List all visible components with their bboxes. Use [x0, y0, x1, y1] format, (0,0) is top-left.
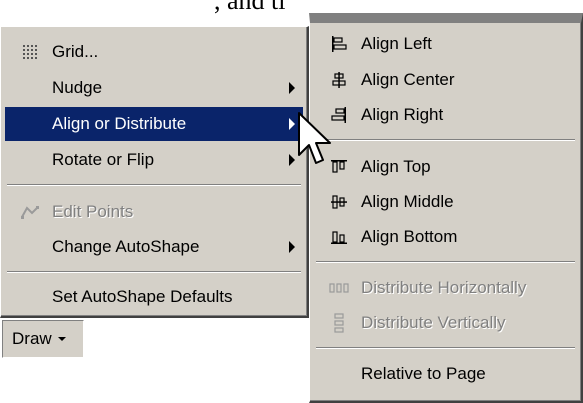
menu-item-relative-to-page[interactable]: Relative to Page: [314, 357, 577, 391]
menu-item-label: Rotate or Flip: [52, 150, 155, 169]
menu-item-label: Change AutoShape: [52, 237, 200, 256]
menu-item-label: Align Top: [361, 157, 431, 176]
submenu-arrow-icon: [289, 241, 295, 253]
dropdown-arrow-icon: [57, 337, 66, 341]
menu-item-label: Align Right: [361, 105, 444, 124]
menu-item-label: Align Center: [361, 70, 455, 89]
menu-item-align-or-distribute[interactable]: Align or Distribute: [5, 107, 303, 141]
menu-item-label: Align or Distribute: [52, 114, 187, 133]
draw-button-label: Draw: [12, 329, 52, 348]
menu-separator: [7, 271, 301, 273]
menu-item-label: Relative to Page: [361, 364, 486, 383]
align-distribute-submenu: Align Left Align Center Align Right Alig…: [309, 13, 583, 403]
document-text-fragment: , and tl: [214, 0, 286, 15]
menu-item-label: Align Bottom: [361, 227, 458, 246]
menu-separator: [316, 347, 575, 349]
draw-menu: Grid... Nudge Align or Distribute Rotate…: [0, 26, 309, 318]
menu-item-label: Align Middle: [361, 192, 454, 211]
menu-item-align-center[interactable]: Align Center: [314, 63, 577, 97]
menu-item-label: Edit Points: [52, 202, 134, 221]
menu-separator: [316, 261, 575, 263]
menu-item-align-top[interactable]: Align Top: [314, 150, 577, 184]
menu-item-align-right[interactable]: Align Right: [314, 98, 577, 132]
distribute-vertically-icon: [324, 312, 354, 334]
menu-separator: [7, 184, 301, 186]
menu-item-rotate-or-flip[interactable]: Rotate or Flip: [5, 143, 303, 177]
align-left-icon: [324, 33, 354, 55]
mouse-pointer-icon: [298, 112, 331, 164]
menu-item-label: Grid...: [52, 42, 99, 61]
align-center-icon: [324, 69, 354, 91]
submenu-arrow-icon: [289, 154, 295, 166]
menu-item-label: Align Left: [361, 34, 432, 53]
align-bottom-icon: [324, 226, 354, 248]
menu-item-align-left[interactable]: Align Left: [314, 27, 577, 61]
submenu-arrow-icon: [289, 82, 295, 94]
grid-icon: [15, 41, 45, 63]
menu-item-distribute-vertically[interactable]: Distribute Vertically: [314, 306, 577, 340]
menu-item-label: Nudge: [52, 78, 103, 97]
align-middle-icon: [324, 191, 354, 213]
distribute-horizontally-icon: [324, 277, 354, 299]
menu-item-change-autoshape[interactable]: Change AutoShape: [5, 230, 303, 264]
menu-item-label: Distribute Horizontally: [361, 278, 527, 297]
menu-item-nudge[interactable]: Nudge: [5, 71, 303, 105]
draw-button[interactable]: Draw: [2, 320, 84, 358]
menu-item-label: Distribute Vertically: [361, 313, 506, 332]
menu-item-edit-points[interactable]: Edit Points: [5, 195, 303, 229]
menu-item-align-middle[interactable]: Align Middle: [314, 185, 577, 219]
menu-item-distribute-horizontally[interactable]: Distribute Horizontally: [314, 271, 577, 305]
menu-item-grid[interactable]: Grid...: [5, 35, 303, 69]
menu-item-label: Set AutoShape Defaults: [52, 287, 233, 306]
menu-item-align-bottom[interactable]: Align Bottom: [314, 220, 577, 254]
menu-separator: [316, 139, 575, 141]
menu-item-set-autoshape-defaults[interactable]: Set AutoShape Defaults: [5, 280, 303, 314]
submenu-arrow-icon: [289, 118, 295, 130]
edit-points-icon: [15, 201, 45, 223]
